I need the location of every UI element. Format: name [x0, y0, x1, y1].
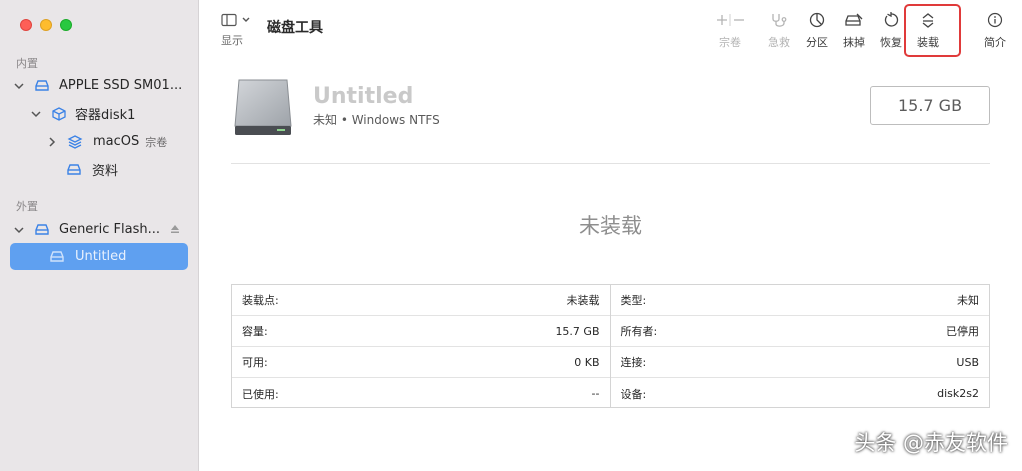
sidebar-item-label: Untitled — [75, 249, 127, 264]
volume-size: 15.7 GB — [870, 86, 990, 125]
info-value: 已停用 — [946, 325, 979, 338]
info-key: 连接: — [620, 356, 647, 369]
info-key: 类型: — [620, 294, 647, 307]
info-button[interactable]: 简介 — [975, 12, 1015, 50]
info-row: 可用: 0 KB — [232, 347, 610, 378]
mount-status: 未装载 — [579, 214, 642, 238]
window-controls — [20, 19, 72, 31]
divider — [231, 163, 990, 164]
info-row: 类型: 未知 — [610, 285, 989, 316]
sidebar-item-label: APPLE SSD SM01... — [59, 78, 183, 93]
chevron-down-icon[interactable] — [31, 109, 41, 119]
erase-drive-icon — [845, 13, 863, 26]
chevron-right-icon[interactable] — [47, 136, 57, 147]
partition-button-label: 分区 — [806, 36, 828, 49]
info-row: 已使用: -- — [232, 378, 610, 409]
sidebar-item-apple-ssd[interactable]: APPLE SSD SM01... — [10, 72, 188, 99]
volume-name: Untitled — [313, 84, 414, 109]
view-button-label: 显示 — [221, 34, 243, 47]
sidebar-item-label: 资料 — [92, 164, 119, 179]
info-icon — [987, 12, 1003, 28]
info-value: USB — [956, 355, 979, 369]
volume-button[interactable]: 宗卷 — [710, 12, 750, 50]
drive-icon — [35, 223, 49, 235]
container-cube-icon — [52, 106, 66, 121]
info-table: 装载点: 未装载 容量: 15.7 GB 可用: 0 KB 已使用: -- 类型: 未知 … — [231, 284, 990, 408]
info-row: 连接: USB — [610, 347, 989, 378]
volume-button-label: 宗卷 — [719, 36, 741, 49]
restore-button-label: 恢复 — [880, 36, 902, 49]
external-drive-icon — [234, 79, 292, 135]
info-button-label: 简介 — [984, 36, 1006, 49]
info-value: 0 KB — [574, 355, 600, 369]
sidebar-item-data[interactable]: 资料 — [10, 156, 188, 183]
close-window-button[interactable] — [20, 19, 32, 31]
drive-icon — [67, 163, 81, 175]
sidebar-item-label: 容器disk1 — [75, 108, 136, 123]
sidebar-item-container-disk1[interactable]: 容器disk1 — [10, 100, 188, 127]
sidebar-item-sublabel: 宗卷 — [145, 135, 168, 149]
internal-section-label: 内置 — [16, 57, 38, 70]
volume-description: 未知 • Windows NTFS — [313, 113, 440, 127]
chevron-down-icon[interactable] — [14, 225, 24, 235]
info-key: 可用: — [242, 356, 268, 369]
info-key: 容量: — [242, 325, 268, 338]
external-section-label: 外置 — [16, 200, 38, 213]
erase-button-label: 抹掉 — [843, 36, 865, 49]
sidebar-item-generic-flash[interactable]: Generic Flash... — [10, 216, 188, 243]
erase-button[interactable]: 抹掉 — [834, 12, 874, 50]
sidebar: 内置 APPLE SSD SM01... 容器disk1 macOS 宗卷 资料… — [0, 0, 199, 471]
partition-button[interactable]: 分区 — [797, 12, 837, 50]
info-key: 所有者: — [620, 325, 658, 338]
info-row: 所有者: 已停用 — [610, 316, 989, 347]
first-aid-button[interactable]: 急救 — [759, 12, 799, 50]
info-row: 装载点: 未装载 — [232, 285, 610, 316]
drive-icon — [35, 79, 49, 91]
info-row: 容量: 15.7 GB — [232, 316, 610, 347]
info-key: 装载点: — [242, 294, 279, 307]
restore-arrow-icon — [884, 12, 899, 27]
mount-button-highlight — [904, 4, 961, 57]
first-aid-button-label: 急救 — [768, 36, 790, 49]
info-key: 已使用: — [242, 387, 279, 401]
minimize-window-button[interactable] — [40, 19, 52, 31]
info-key: 设备: — [620, 387, 647, 401]
sidebar-item-macos[interactable]: macOS 宗卷 — [10, 128, 188, 155]
info-value: disk2s2 — [937, 387, 979, 400]
sidebar-item-label: macOS — [93, 134, 140, 149]
info-column-left: 装载点: 未装载 容量: 15.7 GB 可用: 0 KB 已使用: -- — [232, 285, 611, 407]
drive-icon — [50, 250, 64, 262]
toolbar: 显示 磁盘工具 宗卷 急救 分区 抹掉 恢复 装载 简介 — [199, 0, 1022, 62]
watermark: 头条 @赤友软件 — [854, 431, 1008, 455]
info-value: 未知 — [957, 294, 979, 307]
info-value: 未装载 — [566, 294, 600, 307]
add-remove-icon — [717, 14, 744, 26]
sidebar-toggle-icon — [221, 13, 250, 27]
chevron-down-icon[interactable] — [14, 81, 24, 91]
stethoscope-icon — [772, 14, 787, 27]
app-title: 磁盘工具 — [267, 20, 323, 36]
info-column-right: 类型: 未知 所有者: 已停用 连接: USB 设备: disk2s2 — [610, 285, 990, 409]
info-row: 设备: disk2s2 — [611, 378, 990, 409]
sidebar-item-label: Generic Flash... — [59, 222, 161, 237]
sidebar-item-untitled[interactable]: Untitled — [10, 243, 188, 270]
zoom-window-button[interactable] — [60, 19, 72, 31]
info-value: 15.7 GB — [555, 324, 600, 338]
pie-chart-icon — [809, 12, 825, 28]
volume-stack-icon — [67, 134, 83, 149]
eject-icon[interactable] — [170, 224, 180, 234]
view-button[interactable]: 显示 — [221, 13, 253, 48]
info-value: -- — [591, 387, 600, 400]
